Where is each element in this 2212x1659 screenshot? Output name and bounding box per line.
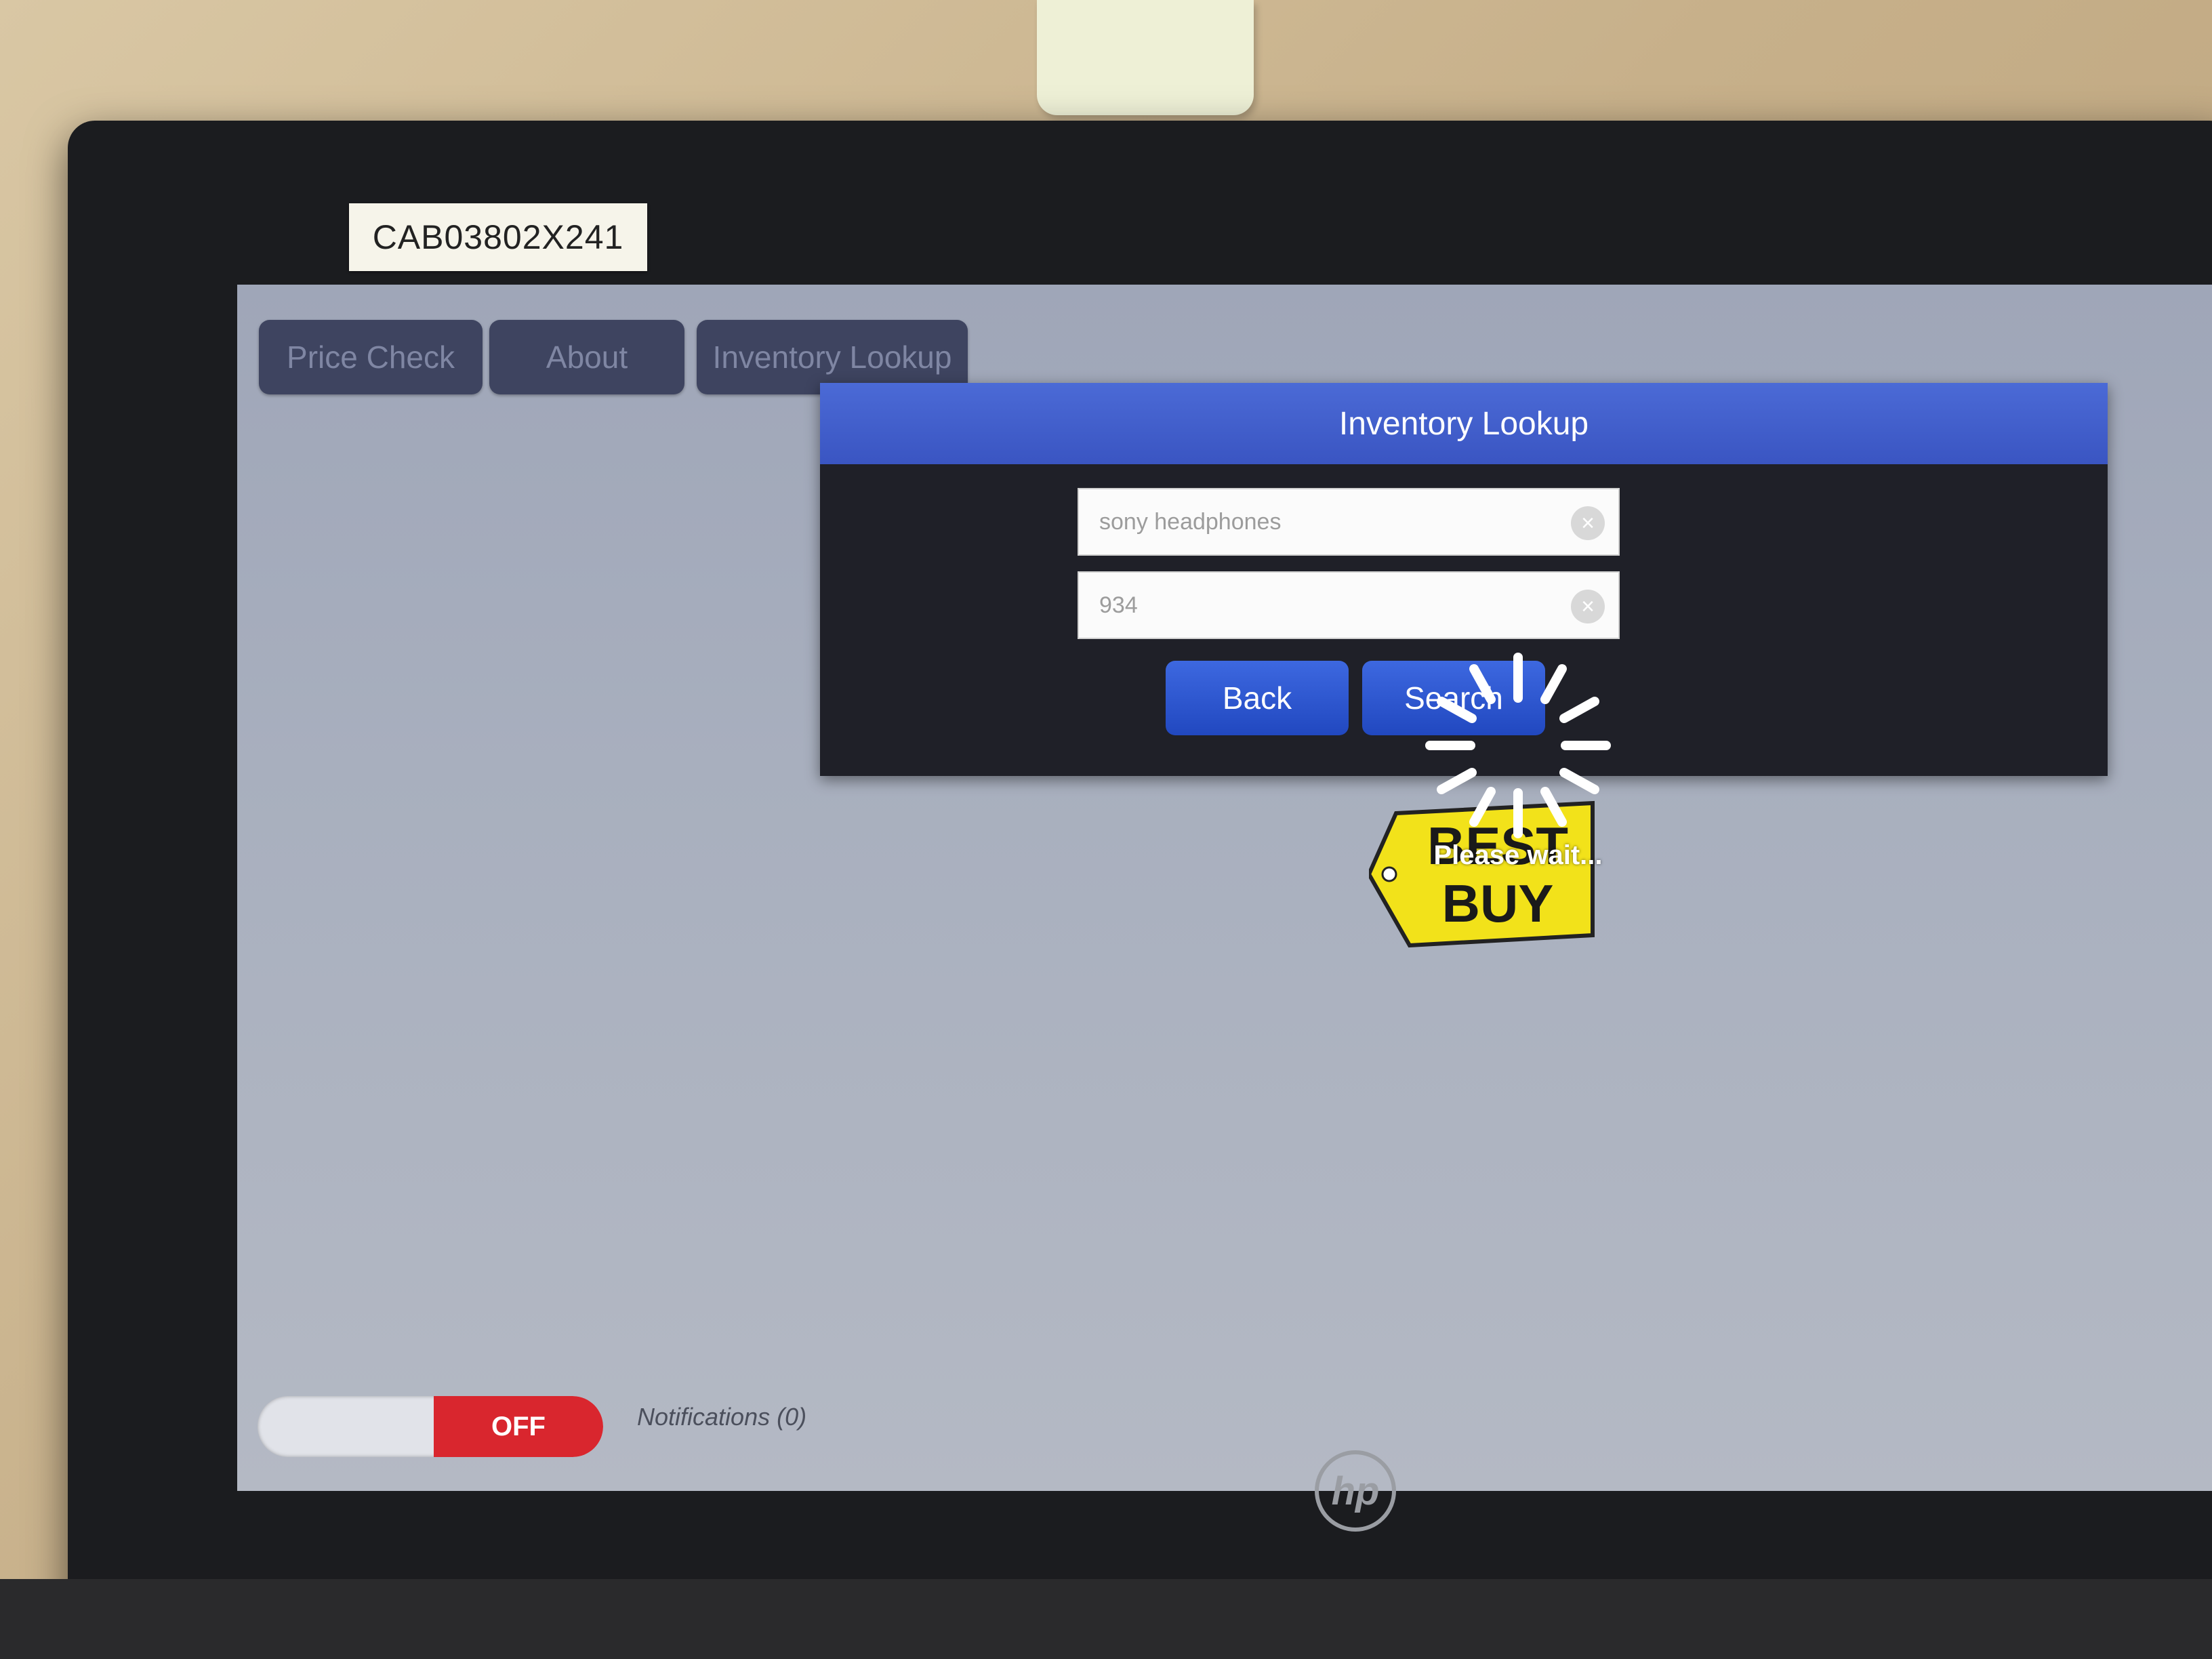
hp-logo: hp (1315, 1450, 1396, 1532)
asset-tag-sticker: CAB03802X241 (349, 203, 647, 271)
sticky-note (1037, 0, 1254, 115)
desk-surface (0, 1579, 2212, 1659)
logo-line2: BUY (1442, 874, 1554, 933)
loading-spinner-icon (1425, 653, 1611, 838)
loading-message: Please wait... (1433, 840, 1603, 870)
dialog-title: Inventory Lookup (820, 383, 2108, 464)
clear-store-icon[interactable]: × (1571, 590, 1605, 623)
store-number-input[interactable]: 934 × (1078, 571, 1620, 639)
toggle-state-label: OFF (434, 1396, 603, 1457)
tab-price-check[interactable]: Price Check (259, 320, 483, 394)
tab-about[interactable]: About (489, 320, 684, 394)
kiosk-screen: Price Check About Inventory Lookup Inven… (237, 285, 2212, 1491)
notifications-count[interactable]: Notifications (0) (637, 1403, 806, 1431)
product-query-input[interactable]: sony headphones × (1078, 488, 1620, 556)
product-query-value: sony headphones (1099, 508, 1282, 535)
back-button[interactable]: Back (1166, 661, 1349, 735)
notifications-toggle[interactable]: OFF (258, 1396, 603, 1457)
clear-query-icon[interactable]: × (1571, 506, 1605, 540)
store-number-value: 934 (1099, 592, 1138, 618)
